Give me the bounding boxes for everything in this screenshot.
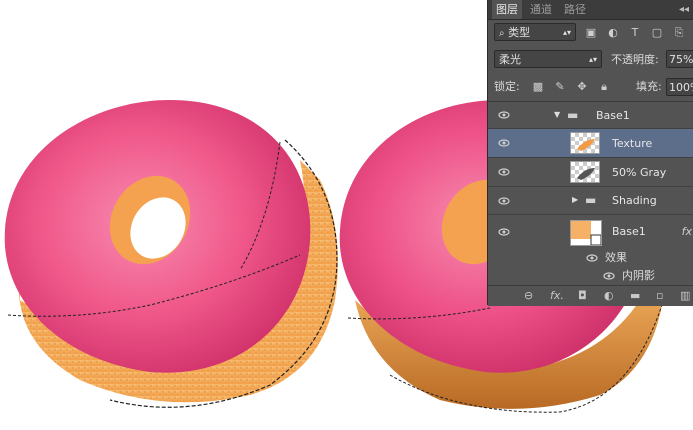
eye-icon[interactable] bbox=[603, 270, 615, 282]
layer-name: Base1 bbox=[612, 225, 646, 238]
mask-icon[interactable]: ◘ bbox=[578, 289, 587, 303]
chevron-down-icon: ▴▾ bbox=[562, 28, 571, 37]
layer-row-group-base1[interactable]: ▼ ▬ Base1 bbox=[488, 102, 693, 129]
eye-icon[interactable] bbox=[498, 166, 510, 178]
layer-thumbnail bbox=[570, 161, 600, 183]
lock-label: 锁定: bbox=[494, 80, 520, 93]
lock-all-icon[interactable]: 🔒︎ bbox=[598, 81, 610, 93]
adjustment-layer-icon[interactable]: ◐ bbox=[604, 289, 614, 303]
tab-paths[interactable]: 路径 bbox=[560, 0, 590, 19]
panel-tabs: 图层 通道 路径 ◂◂ bbox=[488, 0, 693, 20]
filter-label: 类型 bbox=[508, 26, 531, 39]
effects-label: 效果 bbox=[605, 251, 627, 264]
layers-panel: 图层 通道 路径 ◂◂ ⌕ 类型 ▴▾ ▣ ◐ T ▢ ⎘ 柔光 ▴▾ 不透明度… bbox=[487, 0, 693, 306]
shape-filter-icon[interactable]: ▢ bbox=[651, 27, 663, 39]
collapse-triangle-icon[interactable]: ▶ bbox=[572, 195, 578, 204]
layer-name: Texture bbox=[612, 137, 653, 150]
layer-name: Base1 bbox=[596, 109, 630, 122]
trash-icon[interactable]: ▥ bbox=[680, 289, 690, 303]
search-icon: ⌕ bbox=[499, 28, 505, 39]
fill-label: 填充: bbox=[636, 80, 662, 93]
layer-row-texture[interactable]: Texture bbox=[488, 129, 693, 158]
eye-icon[interactable] bbox=[498, 137, 510, 149]
layers-bottom-bar: ⊖ fx. ◘ ◐ ▬ ▫ ▥ bbox=[488, 285, 693, 306]
tab-channels[interactable]: 通道 bbox=[526, 0, 556, 19]
folder-icon: ▬ bbox=[567, 108, 579, 122]
expand-triangle-icon[interactable]: ▼ bbox=[554, 110, 560, 119]
tab-layers[interactable]: 图层 bbox=[492, 0, 522, 19]
blend-mode-dropdown[interactable]: 柔光 ▴▾ bbox=[494, 50, 602, 68]
inner-shadow-row[interactable]: 内阴影 bbox=[488, 267, 693, 285]
layer-name: Shading bbox=[612, 194, 657, 207]
eye-icon[interactable] bbox=[498, 195, 510, 207]
layers-list: ▼ ▬ Base1 Texture 50% Gray ▶ ▬ Shading B… bbox=[488, 101, 693, 286]
add-style-icon[interactable]: fx. bbox=[550, 289, 564, 303]
folder-icon: ▬ bbox=[585, 193, 597, 207]
blend-mode-value: 柔光 bbox=[499, 53, 521, 66]
layer-filter-dropdown[interactable]: ⌕ 类型 ▴▾ bbox=[494, 23, 576, 41]
adjustment-filter-icon[interactable]: ◐ bbox=[607, 27, 619, 39]
lock-image-icon[interactable]: ✎ bbox=[554, 81, 566, 93]
layer-thumbnail bbox=[570, 132, 600, 154]
opacity-input[interactable]: 75% bbox=[666, 50, 693, 68]
link-icon[interactable]: ⊖ bbox=[524, 289, 533, 303]
fx-icon[interactable]: fx bbox=[682, 225, 692, 238]
fill-input[interactable]: 100% bbox=[666, 78, 693, 96]
eye-icon[interactable] bbox=[498, 109, 510, 121]
layer-name: 50% Gray bbox=[612, 166, 667, 179]
type-filter-icon[interactable]: T bbox=[629, 27, 641, 39]
layer-row-base1[interactable]: Base1 fx bbox=[488, 215, 693, 249]
layer-row-50-gray[interactable]: 50% Gray bbox=[488, 158, 693, 187]
opacity-label: 不透明度: bbox=[611, 53, 659, 66]
smart-object-filter-icon[interactable]: ⎘ bbox=[673, 27, 685, 39]
double-chevron-icon[interactable]: ◂◂ bbox=[679, 0, 689, 19]
eye-icon[interactable] bbox=[586, 252, 598, 264]
eye-icon[interactable] bbox=[498, 226, 510, 238]
donut-left bbox=[4, 100, 338, 408]
lock-position-icon[interactable]: ✥ bbox=[576, 81, 588, 93]
layer-row-group-shading[interactable]: ▶ ▬ Shading bbox=[488, 187, 693, 215]
new-group-icon[interactable]: ▬ bbox=[630, 289, 640, 303]
layer-thumbnail bbox=[570, 220, 602, 246]
lock-transparent-icon[interactable]: ▩ bbox=[532, 81, 544, 93]
image-filter-icon[interactable]: ▣ bbox=[585, 27, 597, 39]
effects-row[interactable]: 效果 bbox=[488, 249, 693, 267]
inner-shadow-label: 内阴影 bbox=[622, 269, 655, 282]
new-layer-icon[interactable]: ▫ bbox=[656, 289, 663, 303]
chevron-down-icon: ▴▾ bbox=[588, 55, 597, 64]
